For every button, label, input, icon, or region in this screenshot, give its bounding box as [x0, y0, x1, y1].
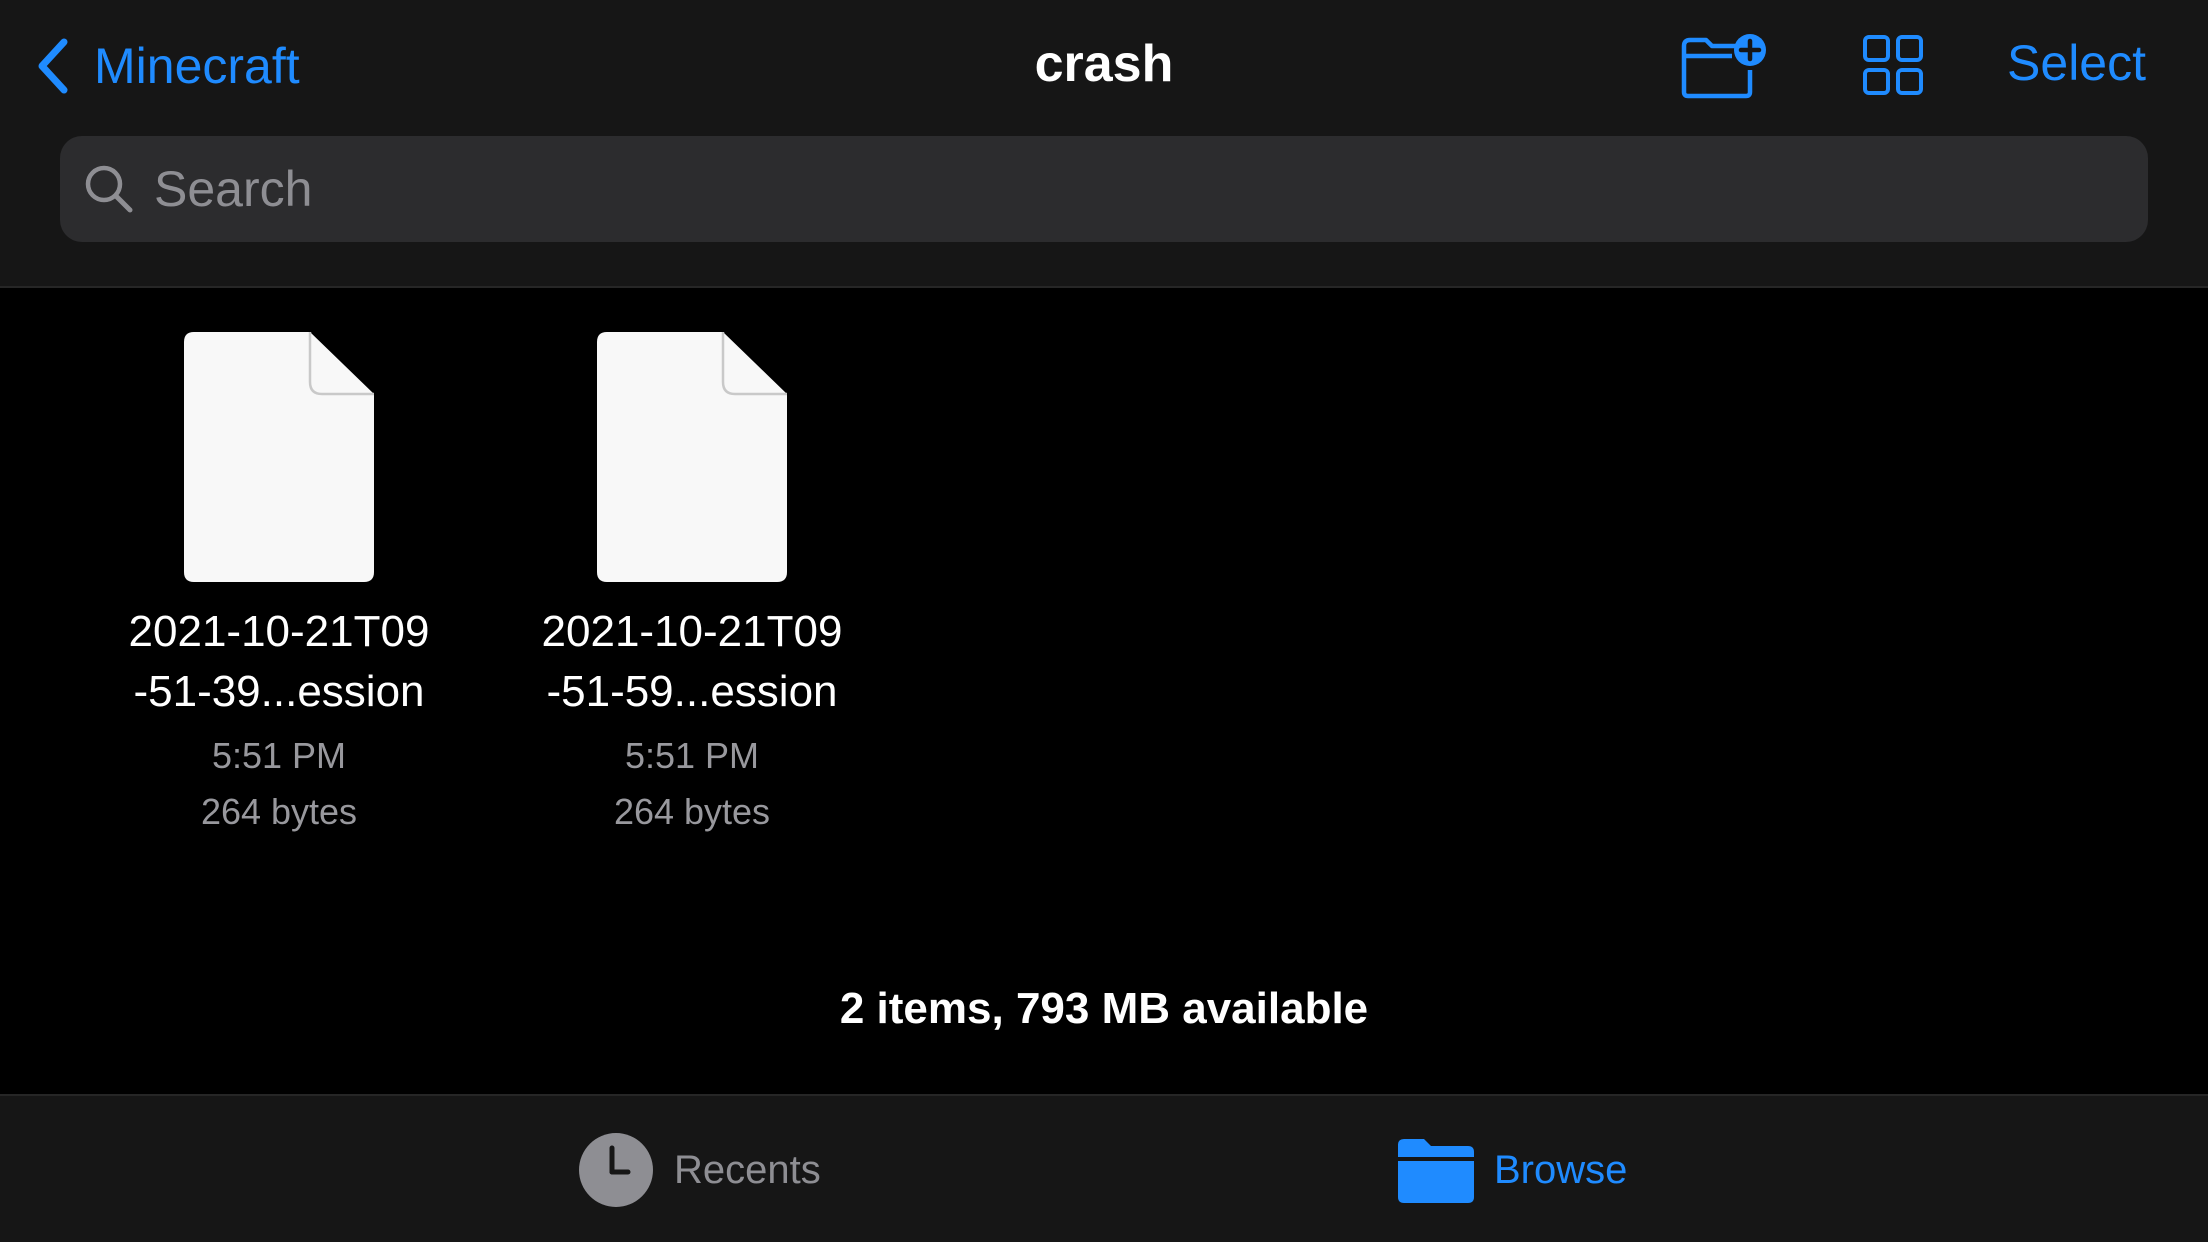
file-modified-time: 5:51 PM [624, 735, 760, 776]
search-input[interactable] [152, 148, 2148, 230]
file-name-line: 2021-10-21T09 [128, 607, 430, 656]
files-app-window: Minecraft crash Select Search 2021-10-21… [0, 0, 2208, 1242]
tab-recents[interactable]: Recents [578, 1132, 821, 1208]
tab-recents-label: Recents [674, 1147, 821, 1192]
file-name-line: -51-59...ession [546, 667, 838, 716]
folder-icon [1398, 1139, 1474, 1203]
search-bar[interactable] [60, 136, 2148, 242]
tab-browse[interactable]: Browse [1398, 1132, 1627, 1208]
magnifying-glass-icon [85, 165, 133, 213]
folder-plus-icon [1681, 34, 1766, 99]
file-size: 264 bytes [200, 791, 358, 832]
file-modified-time: 5:51 PM [211, 735, 347, 776]
file-name: 2021-10-21T09 -51-39...ession [104, 602, 454, 722]
file-item[interactable]: 2021-10-21T09 -51-59...ession 5:51 PM 26… [517, 332, 867, 840]
tab-bar: Recents Browse [0, 1094, 2208, 1242]
select-button[interactable]: Select [2007, 34, 2146, 92]
navigation-bar: Minecraft crash Select [0, 0, 2208, 288]
new-folder-button[interactable] [1680, 32, 1772, 100]
file-name: 2021-10-21T09 -51-59...ession [517, 602, 867, 722]
grid-view-button[interactable] [1862, 34, 1924, 96]
file-item[interactable]: 2021-10-21T09 -51-39...ession 5:51 PM 26… [104, 332, 454, 840]
grid-view-icon [1863, 35, 1923, 95]
clock-icon [579, 1133, 653, 1207]
storage-status: 2 items, 793 MB available [839, 984, 1369, 1033]
file-name-line: -51-39...ession [133, 667, 425, 716]
file-grid: 2021-10-21T09 -51-39...ession 5:51 PM 26… [0, 288, 2208, 1094]
tab-browse-label: Browse [1494, 1147, 1628, 1192]
file-name-line: 2021-10-21T09 [541, 607, 843, 656]
document-icon [597, 332, 787, 582]
file-size: 264 bytes [613, 791, 771, 832]
document-icon [184, 332, 374, 582]
